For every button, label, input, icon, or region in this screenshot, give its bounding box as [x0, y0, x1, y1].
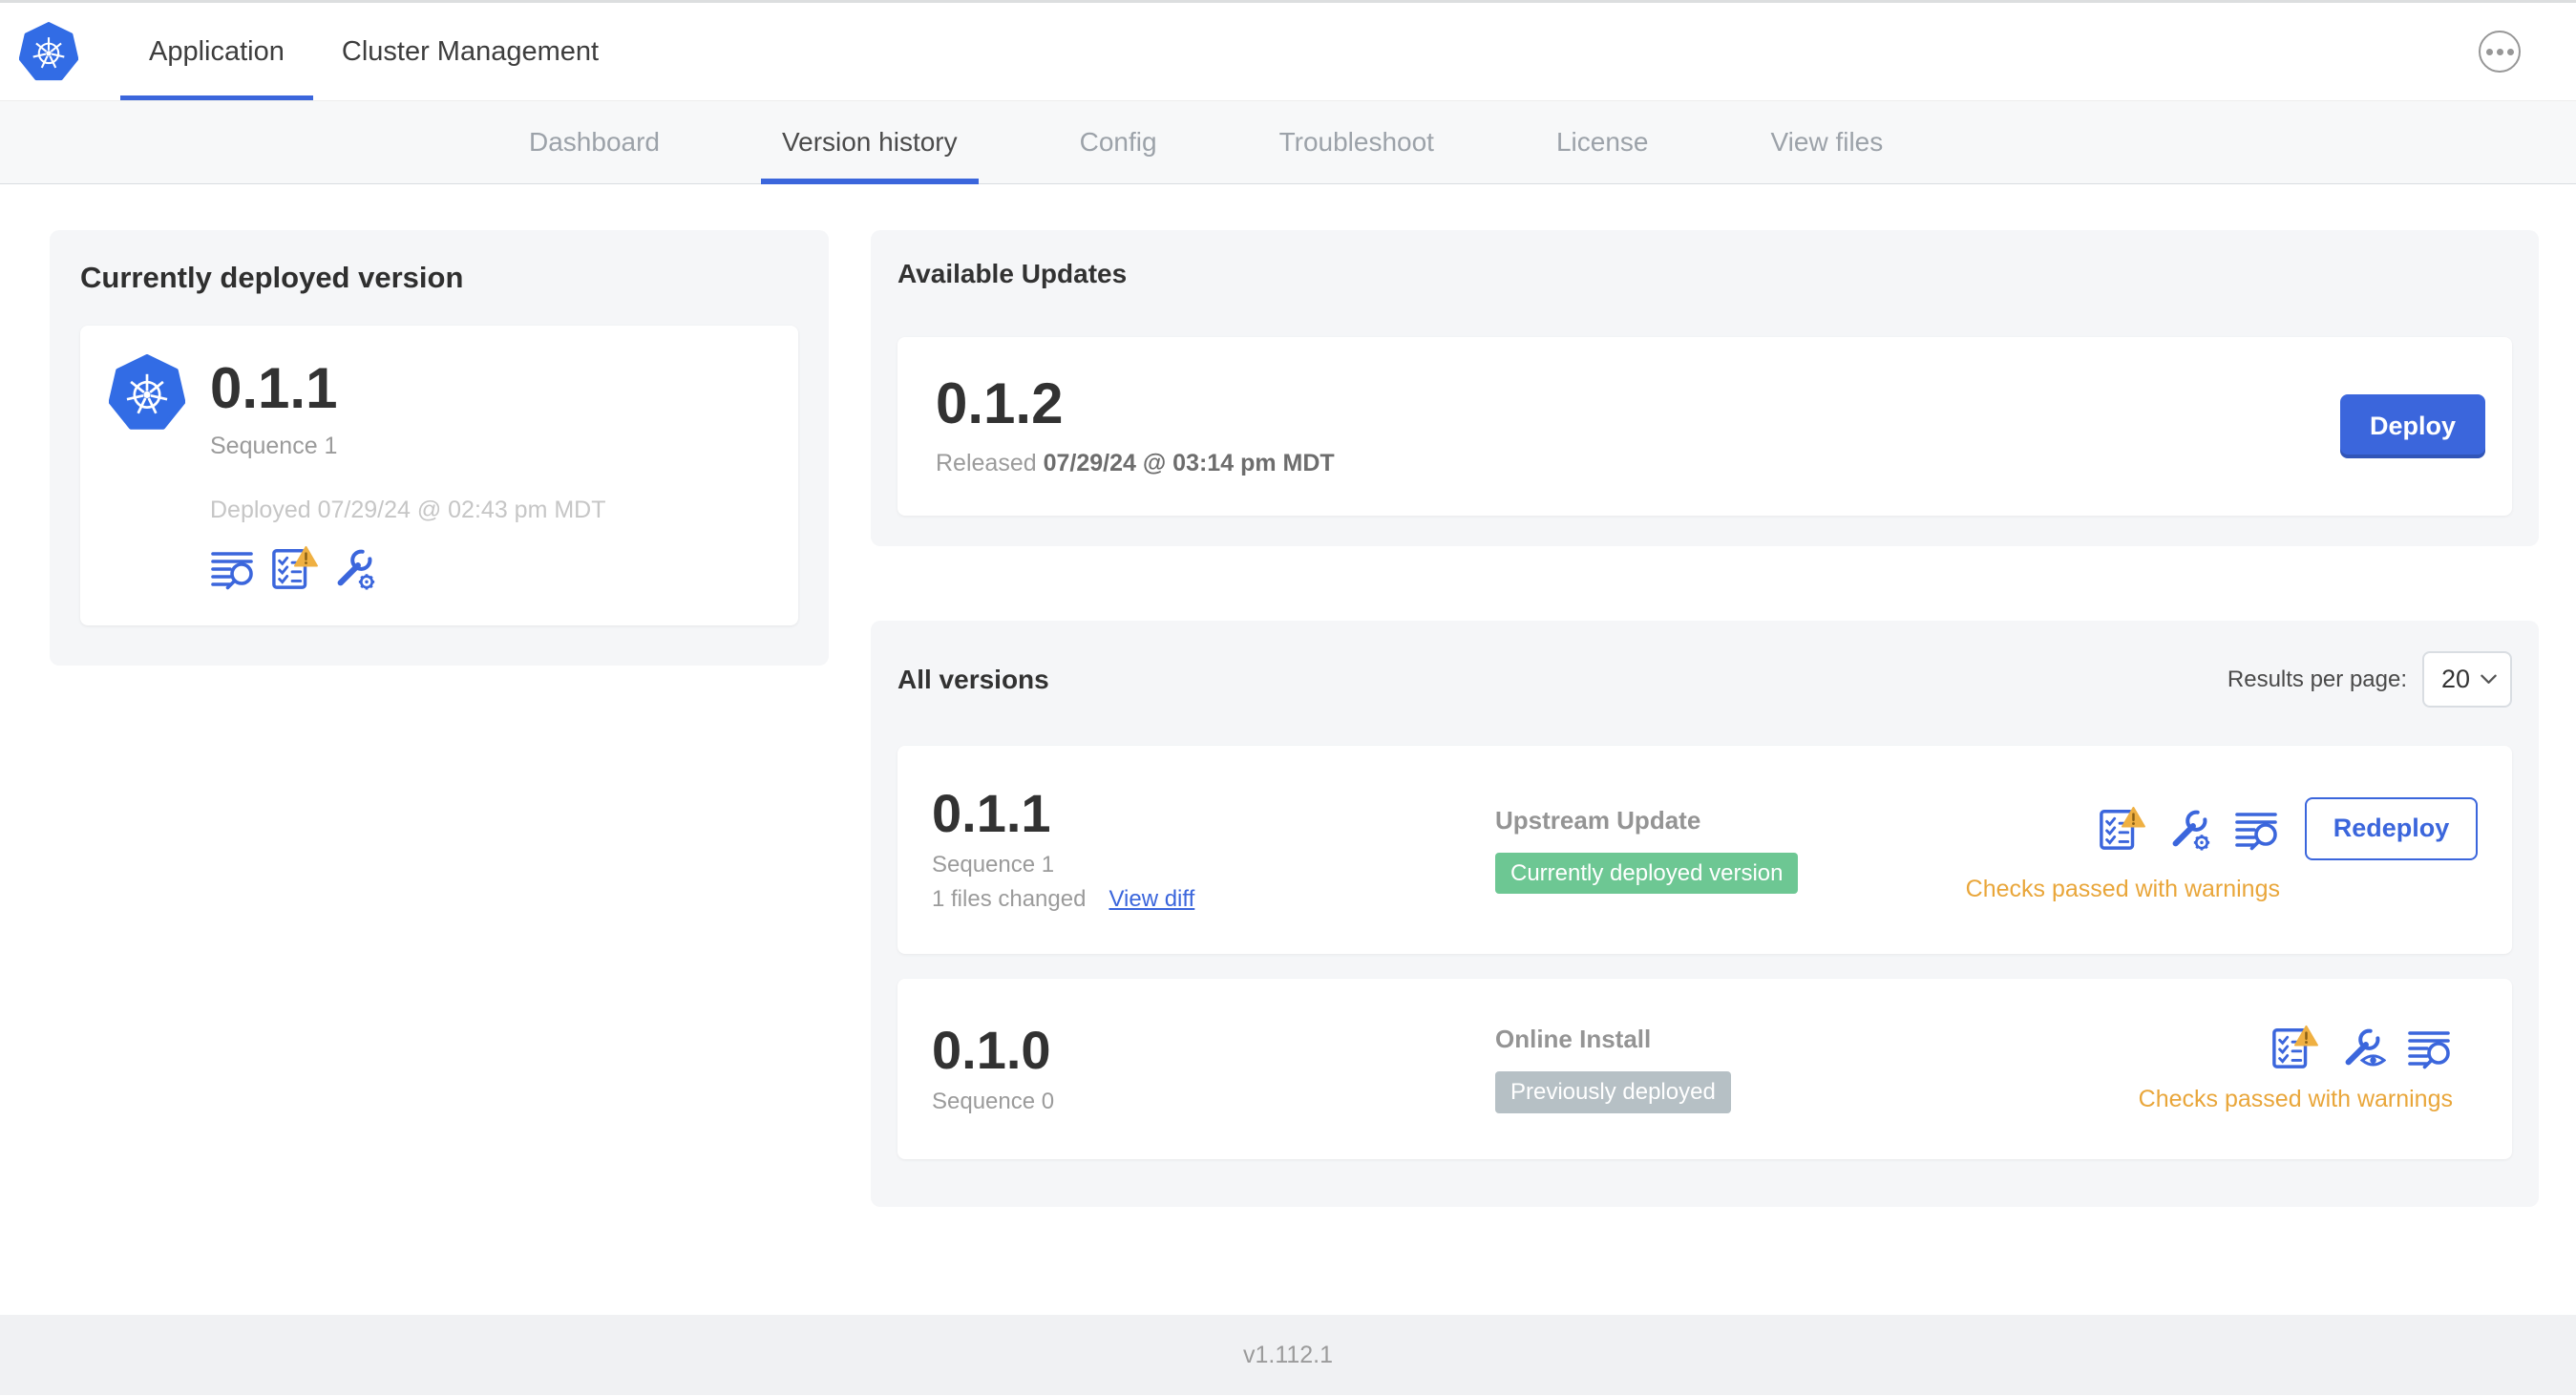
available-updates-title: Available Updates: [897, 259, 1128, 288]
update-released-line: Released 07/29/24 @ 03:14 pm MDT: [936, 450, 1335, 477]
deployed-version-actions: [210, 545, 606, 591]
version-sequence: Sequence 0: [932, 1088, 1055, 1114]
version-source: Upstream Update Currently deployed versi…: [1495, 806, 1966, 895]
version-row: 0.1.0 Sequence 0 Online Install Previous…: [897, 979, 2512, 1159]
version-row: 0.1.1 Sequence 1 1 files changed View di…: [897, 746, 2512, 954]
version-actions: Redeploy Checks passed with warnings: [1966, 796, 2478, 903]
source-label: Upstream Update: [1495, 805, 1701, 835]
results-per-page-select[interactable]: 20: [2422, 651, 2512, 708]
version-number: 0.1.0: [932, 1019, 1051, 1080]
header-tabs: Application Cluster Management: [120, 3, 627, 100]
version-sequence: Sequence 1: [932, 852, 1055, 878]
currently-deployed-card: Currently deployed version 0.1.1 Sequenc…: [50, 230, 829, 666]
kubernetes-app-icon: [109, 354, 185, 431]
update-version-number: 0.1.2: [936, 371, 1064, 435]
all-versions-card: All versions Results per page: 20 0.1.1 …: [871, 621, 2539, 1207]
deployed-version-number: 0.1.1: [210, 356, 338, 420]
view-config-icon[interactable]: [2340, 1025, 2386, 1070]
ellipsis-icon: [2485, 48, 2493, 55]
results-per-page: Results per page: 20: [2228, 651, 2512, 708]
tab-license[interactable]: License: [1535, 101, 1670, 183]
checks-status-link[interactable]: Checks passed with warnings: [1966, 876, 2280, 903]
version-action-icons: [2270, 1025, 2453, 1070]
diff-icon[interactable]: [210, 545, 256, 591]
brand-logo: [19, 3, 78, 100]
status-badge: Currently deployed version: [1495, 852, 1799, 895]
status-badge: Previously deployed: [1495, 1071, 1731, 1113]
version-source: Online Install Previously deployed: [1495, 1025, 2139, 1113]
edit-config-icon[interactable]: [332, 545, 378, 591]
tab-version-history[interactable]: Version history: [760, 101, 979, 184]
version-action-icons: [2097, 806, 2280, 852]
chevron-down-icon: [2481, 674, 2497, 685]
checks-status-link[interactable]: Checks passed with warnings: [2139, 1086, 2453, 1113]
kubernetes-logo-icon: [19, 22, 78, 81]
available-updates-card: Available Updates 0.1.2 Released 07/29/2…: [871, 230, 2539, 546]
files-changed-label: 1 files changed: [932, 886, 1087, 912]
deployed-timestamp: Deployed 07/29/24 @ 02:43 pm MDT: [210, 497, 606, 523]
right-column: Available Updates 0.1.2 Released 07/29/2…: [871, 230, 2539, 1207]
version-number: 0.1.1: [932, 783, 1051, 843]
ellipsis-icon: [2496, 48, 2503, 55]
update-row: 0.1.2 Released 07/29/24 @ 03:14 pm MDT D…: [897, 337, 2512, 516]
tab-view-files[interactable]: View files: [1749, 101, 1904, 183]
tab-application[interactable]: Application: [120, 3, 313, 100]
edit-config-icon[interactable]: [2167, 806, 2213, 852]
app-footer: v1.112.1: [0, 1315, 2576, 1395]
more-menu-button[interactable]: [2479, 31, 2521, 73]
console-version-label: v1.112.1: [1242, 1341, 1334, 1368]
diff-icon[interactable]: [2407, 1025, 2453, 1070]
version-actions: Checks passed with warnings: [2139, 1025, 2478, 1113]
deploy-button[interactable]: Deploy: [2340, 394, 2485, 458]
all-versions-title: All versions: [897, 664, 1049, 694]
results-per-page-value: 20: [2441, 665, 2471, 693]
released-label: Released: [936, 450, 1037, 476]
preflight-checks-warning-icon[interactable]: [269, 545, 319, 591]
main-content: Currently deployed version 0.1.1 Sequenc…: [0, 184, 2576, 1315]
version-info: 0.1.1 Sequence 1 1 files changed View di…: [932, 787, 1495, 913]
app-subnav: Dashboard Version history Config Trouble…: [0, 100, 2576, 184]
released-date: 07/29/24 @ 03:14 pm MDT: [1043, 450, 1335, 476]
files-changed-line: 1 files changed View diff: [932, 886, 1495, 913]
preflight-checks-warning-icon[interactable]: [2097, 806, 2146, 852]
tab-troubleshoot[interactable]: Troubleshoot: [1258, 101, 1455, 183]
source-label: Online Install: [1495, 1025, 1652, 1054]
tab-cluster-management[interactable]: Cluster Management: [313, 3, 627, 100]
view-diff-link[interactable]: View diff: [1109, 886, 1194, 913]
tab-config[interactable]: Config: [1059, 101, 1178, 183]
preflight-checks-warning-icon[interactable]: [2270, 1025, 2319, 1070]
all-versions-header: All versions Results per page: 20: [897, 651, 2512, 708]
diff-icon[interactable]: [2234, 806, 2280, 852]
deployed-version-panel: 0.1.1 Sequence 1 Deployed 07/29/24 @ 02:…: [80, 326, 798, 625]
tab-dashboard[interactable]: Dashboard: [508, 101, 681, 183]
redeploy-button[interactable]: Redeploy: [2305, 796, 2478, 860]
results-per-page-label: Results per page:: [2227, 666, 2407, 692]
deployed-sequence-label: Sequence 1: [210, 433, 338, 459]
currently-deployed-title: Currently deployed version: [80, 261, 464, 294]
ellipsis-icon: [2506, 48, 2514, 55]
version-info: 0.1.0 Sequence 0: [932, 1019, 1495, 1115]
app-header: Application Cluster Management: [0, 3, 2576, 100]
